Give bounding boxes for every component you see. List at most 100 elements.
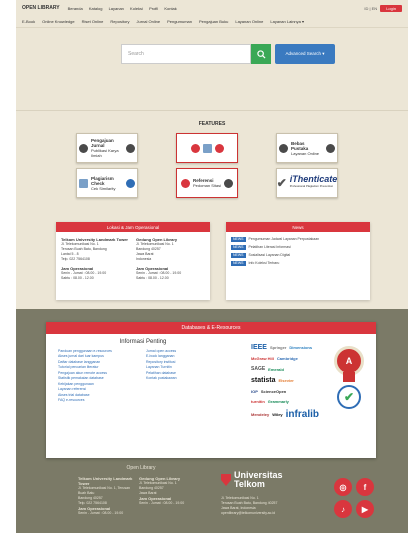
language-switch[interactable]: ID | EN [364, 6, 377, 11]
hours-line: Telp. 022 7564108 [61, 257, 90, 261]
advanced-search-button[interactable]: Advanced Search ▾ [275, 44, 335, 64]
news-tag: NEWS [231, 245, 246, 250]
top-link[interactable]: Layanan [109, 6, 124, 11]
feature-card[interactable]: Referensi Pedoman Sitasi [176, 168, 238, 198]
top-link[interactable]: Kontak [164, 6, 176, 11]
nav-item[interactable]: Layanan Lainnya ▾ [270, 19, 304, 24]
feature-sub: Layanan Online [291, 150, 320, 156]
univ-line: Telkom [234, 479, 265, 489]
news-tag: NEWS [231, 253, 246, 258]
grammarly-logo[interactable]: Grammarly [268, 399, 289, 404]
emerald-logo[interactable]: Emerald [268, 367, 284, 372]
instagram-icon[interactable]: ◎ [334, 478, 352, 496]
chart-icon [202, 143, 212, 153]
news-tag: NEWS [231, 261, 246, 266]
search-input[interactable]: Search [121, 44, 251, 64]
hours-line: Sabtu : 08.00 - 12.00 [136, 276, 169, 280]
telkom-mark-icon [221, 474, 231, 486]
check-icon: ✔ [276, 176, 287, 190]
nav-item[interactable]: Layanan Online [235, 19, 263, 24]
features-title: FEATURES [198, 121, 226, 127]
footer-line: Jl. Telekomunikasi No. 1, Terusan Buah B… [78, 486, 131, 495]
top-links: Beranda Katalog Layanan Koleksi Profil K… [68, 6, 182, 11]
iop-logo[interactable]: IOP [251, 389, 258, 394]
feature-card[interactable] [176, 133, 238, 163]
dimensions-logo[interactable]: Dimensions [289, 345, 312, 350]
person-icon [214, 143, 224, 153]
infralib-logo[interactable]: infralib [286, 409, 319, 420]
feature-sub: Professional Plagiarism Prevention [289, 184, 334, 188]
news-text: Pengumuman Jadwal Layanan Perpustakaan [248, 237, 320, 241]
sage-logo[interactable]: SAGE [251, 366, 265, 372]
footer-line: Senin - Jumat : 08.00 - 19.00 [139, 501, 185, 505]
book-icon [126, 143, 135, 153]
nav-item[interactable]: Repository [110, 19, 129, 24]
feature-label: iThenticate [289, 174, 338, 184]
feature-sub: Cek Similarity [91, 185, 116, 191]
news-item[interactable]: NEWS Sosialisasi Layanan Digital [231, 253, 365, 258]
info-link[interactable]: Kontak pustakawan [146, 376, 228, 382]
people-icon [190, 143, 200, 153]
social-links: ◎ f ♪ ▶ [334, 478, 376, 518]
news-title: News [226, 222, 370, 232]
wiley-logo[interactable]: Wiley [272, 412, 282, 417]
info-title: Informasi Penting [119, 339, 167, 345]
feature-card[interactable]: Plagiarism Check Cek Similarity [76, 168, 138, 198]
statista-logo[interactable]: statista [251, 377, 276, 384]
email-link[interactable]: openlibrary@telkomuniversity.ac.id [221, 511, 311, 516]
mendeley-logo[interactable]: Mendeley [251, 412, 269, 417]
scienceopen-logo[interactable]: ScienceOpen [261, 389, 286, 394]
springer-logo[interactable]: Springer [270, 345, 286, 350]
top-link[interactable]: Koleksi [130, 6, 143, 11]
nav-item[interactable]: Online Knowledge [42, 19, 74, 24]
telkom-university-logo[interactable]: Universitas Telkom [221, 471, 283, 489]
elsevier-logo[interactable]: Elsevier [279, 378, 294, 383]
ieee-logo[interactable]: IEEE [251, 344, 267, 351]
turnitin-logo[interactable]: turnitin [251, 399, 265, 404]
footer-title: Open Library [126, 465, 156, 471]
feature-label: Pengajuan Jurnal [91, 138, 114, 148]
eresources-title: Databases & E-Resources [46, 322, 376, 334]
login-button[interactable]: Login [380, 4, 402, 12]
search-button[interactable] [251, 44, 271, 64]
news-item[interactable]: NEWS Pelatihan Literasi Informasi [231, 245, 365, 250]
news-text: Sosialisasi Layanan Digital [248, 253, 291, 257]
facebook-icon[interactable]: f [356, 478, 374, 496]
hours-line: Indonesia [136, 257, 152, 261]
feature-sub: Publikasi Karya Ilmiah [91, 148, 119, 158]
globe-icon [126, 178, 135, 188]
feature-card[interactable]: Pengajuan Jurnal Publikasi Karya Ilmiah [76, 133, 138, 163]
reference-icon [180, 178, 190, 188]
divider [16, 110, 408, 111]
nav-item[interactable]: Pengajuan Buku [199, 19, 228, 24]
feature-card[interactable]: Bebas Pustaka Layanan Online [276, 133, 338, 163]
feature-label: Bebas Pustaka [291, 140, 309, 151]
eresources-card: Databases & E-Resources Informasi Pentin… [46, 322, 376, 458]
document-icon [279, 143, 288, 153]
top-link[interactable]: Beranda [68, 6, 83, 11]
search-bar: Search Advanced Search ▾ [121, 44, 335, 64]
hours-title: Lokasi & Jam Operasional [56, 222, 210, 232]
info-link[interactable]: FAQ e-resources [58, 398, 140, 404]
news-item[interactable]: NEWS Info Koleksi Terbaru [231, 261, 365, 266]
mcgraw-hill-logo[interactable]: McGraw Hill [251, 356, 274, 361]
nav-item[interactable]: Jurnal Online [137, 19, 161, 24]
top-link[interactable]: Profil [149, 6, 158, 11]
cambridge-logo[interactable]: Cambridge [277, 356, 298, 361]
nav-item[interactable]: E-Book [22, 19, 35, 24]
stamp-icon [326, 143, 335, 153]
nav-item[interactable]: Riset Online [82, 19, 104, 24]
top-bar: OPEN LIBRARY Beranda Katalog Layanan Kol… [16, 0, 408, 16]
search-icon [256, 49, 266, 59]
footer-line: Senin - Jumat : 08.00 - 19.00 [78, 511, 124, 515]
news-item[interactable]: NEWS Pengumuman Jadwal Layanan Perpustaka… [231, 237, 365, 242]
hero-section [16, 28, 408, 120]
brand-logo[interactable]: OPEN LIBRARY [22, 5, 60, 11]
nav-item[interactable]: Pengumuman [167, 19, 192, 24]
footer: Open Library Telkom University Landmark … [16, 466, 408, 533]
news-card: News NEWS Pengumuman Jadwal Layanan Perpu… [226, 222, 370, 300]
twitter-icon[interactable]: ♪ [334, 500, 352, 518]
youtube-icon[interactable]: ▶ [356, 500, 374, 518]
feature-card[interactable]: ✔ iThenticate Professional Plagiarism Pre… [276, 168, 338, 198]
top-link[interactable]: Katalog [89, 6, 103, 11]
